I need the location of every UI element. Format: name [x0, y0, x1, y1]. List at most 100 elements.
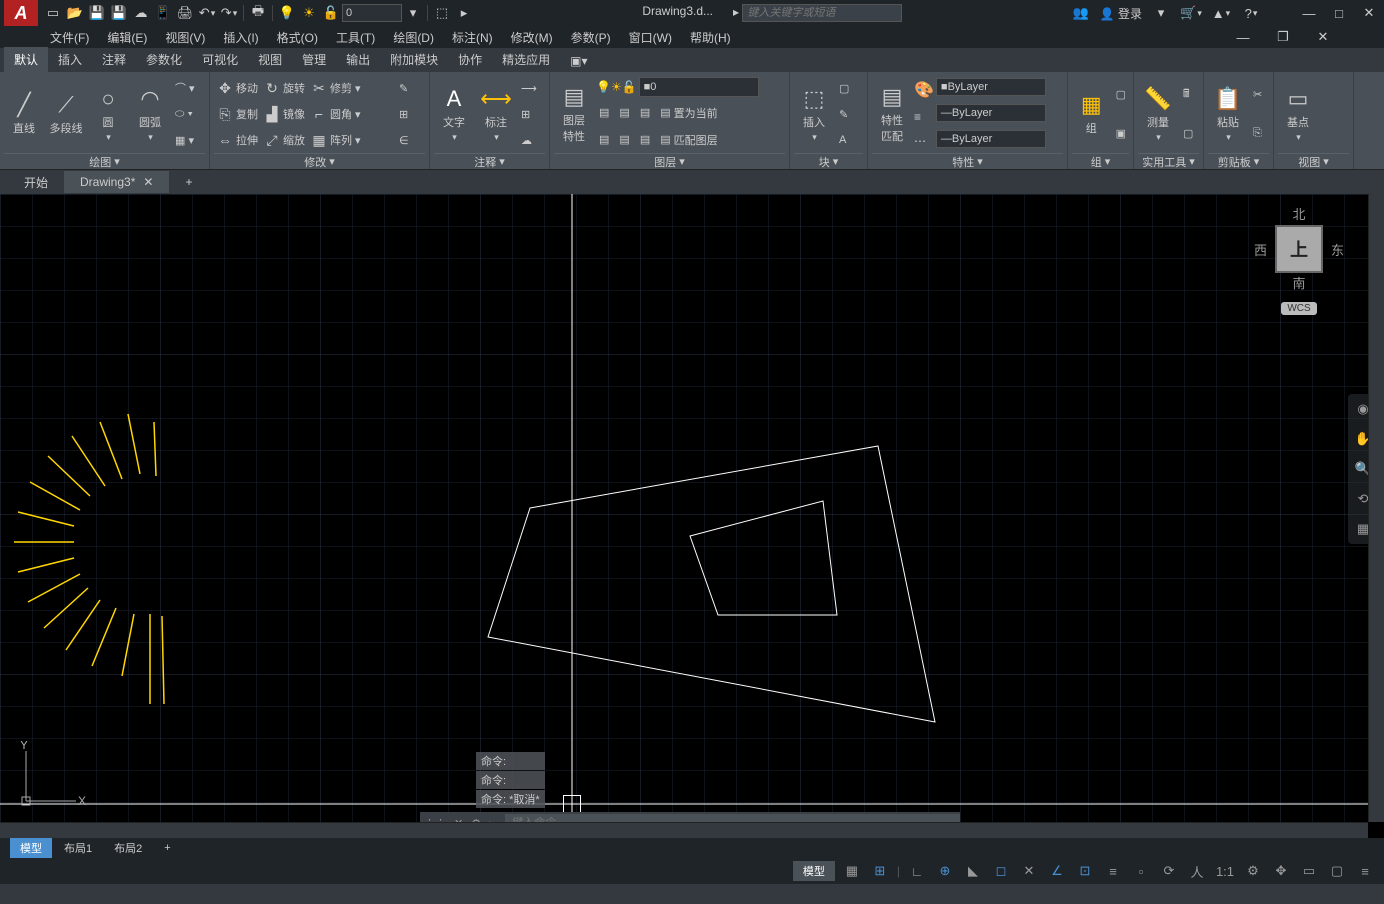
menu-tools[interactable]: 工具(T): [336, 29, 375, 46]
sb-dyn-icon[interactable]: ⊡: [1074, 860, 1096, 882]
menu-window[interactable]: 窗口(W): [629, 29, 672, 46]
close-tab-icon[interactable]: ✕: [143, 175, 153, 189]
layer-d-icon[interactable]: ▤: [596, 129, 612, 151]
scrollbar-horizontal[interactable]: [0, 822, 1368, 838]
tab-addins[interactable]: 附加模块: [380, 47, 448, 72]
set-current-button[interactable]: ▤ 置为当前: [657, 102, 720, 124]
edit-block-icon[interactable]: ✎: [836, 103, 852, 125]
fillet-button[interactable]: ⌐圆角 ▾: [308, 103, 364, 125]
menu-insert[interactable]: 插入(I): [223, 29, 258, 46]
sb-iso-icon[interactable]: ◣: [962, 860, 984, 882]
panel-props-label[interactable]: 特性 ▾: [872, 153, 1063, 169]
save-icon[interactable]: 💾: [87, 3, 107, 23]
doc-min-icon[interactable]: —: [1233, 27, 1253, 47]
ungroup-icon[interactable]: ▢: [1113, 84, 1129, 106]
stretch-button[interactable]: ⇔拉伸: [214, 129, 261, 151]
layer-c-icon[interactable]: ▤: [637, 102, 653, 124]
help-icon[interactable]: ?▾: [1241, 3, 1261, 23]
tab-drawing[interactable]: Drawing3*✕: [64, 171, 169, 193]
cart-icon[interactable]: 🛒▾: [1181, 3, 1201, 23]
sb-grid-icon[interactable]: ▦: [841, 860, 863, 882]
layer-f-icon[interactable]: ▤: [637, 129, 653, 151]
base-button[interactable]: ▭基点▾: [1278, 75, 1318, 153]
scale-button[interactable]: ⤢缩放: [261, 129, 308, 151]
sb-trans-icon[interactable]: ▫: [1130, 860, 1152, 882]
print-icon[interactable]: 🖶: [248, 3, 268, 23]
sb-ann-icon[interactable]: 人: [1186, 860, 1208, 882]
panel-annot-label[interactable]: 注释 ▾: [434, 153, 545, 169]
drawing-canvas[interactable]: 北 西上东 南 WCS ◉ ✋ 🔍 ⟲ ▦ 命令:命令:命令: *取消* ⋮⋮ …: [0, 194, 1384, 838]
autodesk-icon[interactable]: ▲▾: [1211, 3, 1231, 23]
panel-view-label[interactable]: 视图 ▾: [1278, 153, 1349, 169]
lineweight-combo[interactable]: — ByLayer: [936, 104, 1046, 122]
cut-icon[interactable]: ✂: [1250, 84, 1265, 106]
plot-icon[interactable]: 🖨: [175, 3, 195, 23]
panel-modify-label[interactable]: 修改 ▾: [214, 153, 425, 169]
spline-icon[interactable]: ⌒ ▾: [172, 77, 198, 99]
undo-icon[interactable]: ↶▾: [197, 3, 217, 23]
attr-icon[interactable]: A: [836, 129, 852, 151]
match-props-button[interactable]: ▤特性 匹配: [872, 75, 912, 153]
array-button[interactable]: ▦阵列 ▾: [308, 129, 364, 151]
tab-visualize[interactable]: 可视化: [192, 47, 248, 72]
tab-default[interactable]: 默认: [4, 47, 48, 72]
sun-icon[interactable]: ☀: [299, 3, 319, 23]
layout-1[interactable]: 布局1: [54, 838, 102, 858]
doc-close-icon[interactable]: ✕: [1313, 27, 1333, 47]
connect-icon[interactable]: 👥: [1071, 3, 1091, 23]
redo-icon[interactable]: ↷▾: [219, 3, 239, 23]
sb-custom-icon[interactable]: ≡: [1354, 860, 1376, 882]
move-button[interactable]: ✥移动: [214, 77, 261, 99]
create-block-icon[interactable]: ▢: [836, 77, 852, 99]
circle-button[interactable]: ○圆▾: [88, 75, 128, 153]
sb-monitor-icon[interactable]: ▭: [1298, 860, 1320, 882]
layout-add[interactable]: +: [154, 840, 180, 856]
sb-osnap-icon[interactable]: ◻: [990, 860, 1012, 882]
line-button[interactable]: ╱直线: [4, 75, 44, 153]
leader-icon[interactable]: ⟶: [518, 77, 540, 99]
color-icon[interactable]: 🎨: [914, 80, 934, 100]
sb-otrack-icon[interactable]: ∠: [1046, 860, 1068, 882]
arc-button[interactable]: ◠圆弧▾: [130, 75, 170, 153]
login-button[interactable]: 👤 登录: [1100, 5, 1142, 22]
mirror-button[interactable]: ▟镜像: [261, 103, 308, 125]
rotate-button[interactable]: ↻旋转: [261, 77, 308, 99]
group-edit-icon[interactable]: ▣: [1113, 123, 1129, 145]
qat-dd-icon[interactable]: ▾: [403, 3, 423, 23]
viewcube-south[interactable]: 南: [1292, 273, 1305, 292]
sb-cycle-icon[interactable]: ⟳: [1158, 860, 1180, 882]
tab-insert[interactable]: 插入: [48, 47, 92, 72]
play-icon[interactable]: ▸: [454, 3, 474, 23]
viewcube[interactable]: 北 西上东 南 WCS: [1244, 204, 1354, 344]
bulb-on-icon[interactable]: 💡: [277, 3, 297, 23]
sb-polar-icon[interactable]: ⊕: [934, 860, 956, 882]
layout-model[interactable]: 模型: [10, 838, 52, 858]
sb-snap-icon[interactable]: ⊞: [869, 860, 891, 882]
new-icon[interactable]: ▭: [43, 3, 63, 23]
web-icon[interactable]: ☁: [131, 3, 151, 23]
insert-block-button[interactable]: ⬚插入▾: [794, 75, 834, 153]
explode-icon[interactable]: ⊞: [396, 103, 412, 125]
panel-draw-label[interactable]: 绘图 ▾: [4, 153, 205, 169]
sb-clean-icon[interactable]: ▢: [1326, 860, 1348, 882]
menu-modify[interactable]: 修改(M): [511, 29, 553, 46]
tab-view[interactable]: 视图: [248, 47, 292, 72]
polyline-button[interactable]: ⟋多段线: [46, 75, 86, 153]
menu-param[interactable]: 参数(P): [571, 29, 611, 46]
lt-icon[interactable]: ⋯: [914, 134, 934, 148]
measure-button[interactable]: 📏测量▾: [1138, 75, 1178, 153]
doc-restore-icon[interactable]: ❐: [1273, 27, 1293, 47]
copy-clip-icon[interactable]: ⎘: [1250, 123, 1265, 145]
layer-props-button[interactable]: ▤图层 特性: [554, 75, 594, 153]
viewcube-north[interactable]: 北: [1292, 204, 1305, 223]
dimension-button[interactable]: ⟷标注▾: [476, 75, 516, 153]
sb-ortho-icon[interactable]: ∟: [906, 860, 928, 882]
close-button[interactable]: ✕: [1359, 3, 1379, 23]
wcs-badge[interactable]: WCS: [1281, 302, 1316, 315]
sb-ws-icon[interactable]: ✥: [1270, 860, 1292, 882]
menu-draw[interactable]: 绘图(D): [393, 29, 434, 46]
color-combo[interactable]: ■ ByLayer: [936, 78, 1046, 96]
sb-scale[interactable]: 1:1: [1214, 860, 1236, 882]
tab-extra[interactable]: ▣▾: [560, 50, 597, 72]
hatch-icon[interactable]: ▦ ▾: [172, 129, 198, 151]
